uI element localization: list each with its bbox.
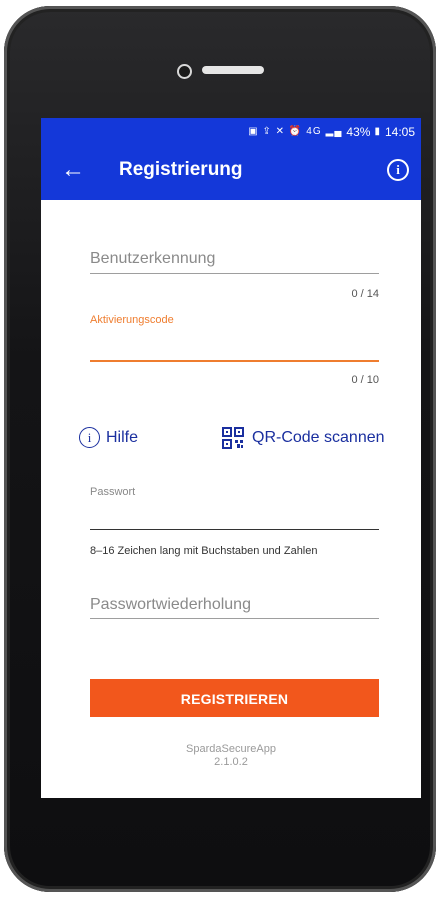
battery-percent: 43% (346, 124, 371, 139)
network-type: 4G (306, 126, 322, 137)
qr-scan-button[interactable]: QR-Code scannen (222, 427, 385, 449)
arrow-left-icon[interactable]: ← (61, 155, 85, 185)
password-underline (90, 529, 379, 530)
username-placeholder: Benutzerkennung (90, 250, 216, 267)
qr-scan-label: QR-Code scannen (252, 429, 385, 446)
status-icons: ▣ ⇪ ✕ ⏰ (248, 126, 303, 137)
clock-time: 14:05 (384, 124, 415, 139)
password-label: Passwort (90, 486, 136, 498)
password-repeat-field[interactable]: Passwortwiederholung (90, 592, 379, 622)
username-counter: 0 / 14 (351, 288, 379, 300)
register-button[interactable]: REGISTRIEREN (90, 679, 379, 717)
password-hint: 8–16 Zeichen lang mit Buchstaben und Zah… (90, 545, 318, 557)
front-camera (177, 64, 192, 79)
app-version: 2.1.0.2 (214, 756, 248, 768)
help-label: Hilfe (106, 428, 139, 446)
battery-icon: ▮ (374, 126, 381, 137)
password-field[interactable]: Passwort (90, 486, 379, 534)
page-title: Registrierung (119, 159, 243, 180)
app-name: SpardaSecureApp (186, 743, 276, 755)
activation-code-underline (90, 360, 379, 362)
help-button[interactable]: i Hilfe (79, 427, 138, 448)
app-screen: ▣ ⇪ ✕ ⏰ 4G ▂▄ 43% ▮ 14:05 ← Registrierun… (41, 118, 421, 798)
activation-code-label: Aktivierungscode (90, 314, 174, 326)
activation-code-counter: 0 / 10 (351, 374, 379, 386)
username-underline (90, 273, 379, 274)
qr-code-icon (222, 427, 244, 449)
password-repeat-underline (90, 618, 379, 619)
info-icon[interactable]: i (387, 159, 409, 181)
status-bar: ▣ ⇪ ✕ ⏰ 4G ▂▄ 43% ▮ 14:05 (41, 118, 421, 145)
password-repeat-placeholder: Passwortwiederholung (90, 596, 251, 613)
earpiece-speaker (202, 66, 264, 74)
signal-icon: ▂▄ (325, 126, 343, 137)
app-bar: ← Registrierung i (41, 145, 421, 200)
activation-code-field[interactable]: Aktivierungscode 0 / 10 (90, 314, 379, 386)
username-field[interactable]: Benutzerkennung 0 / 14 (90, 246, 379, 300)
info-circle-icon: i (79, 427, 100, 448)
phone-frame: ▣ ⇪ ✕ ⏰ 4G ▂▄ 43% ▮ 14:05 ← Registrierun… (4, 6, 436, 892)
